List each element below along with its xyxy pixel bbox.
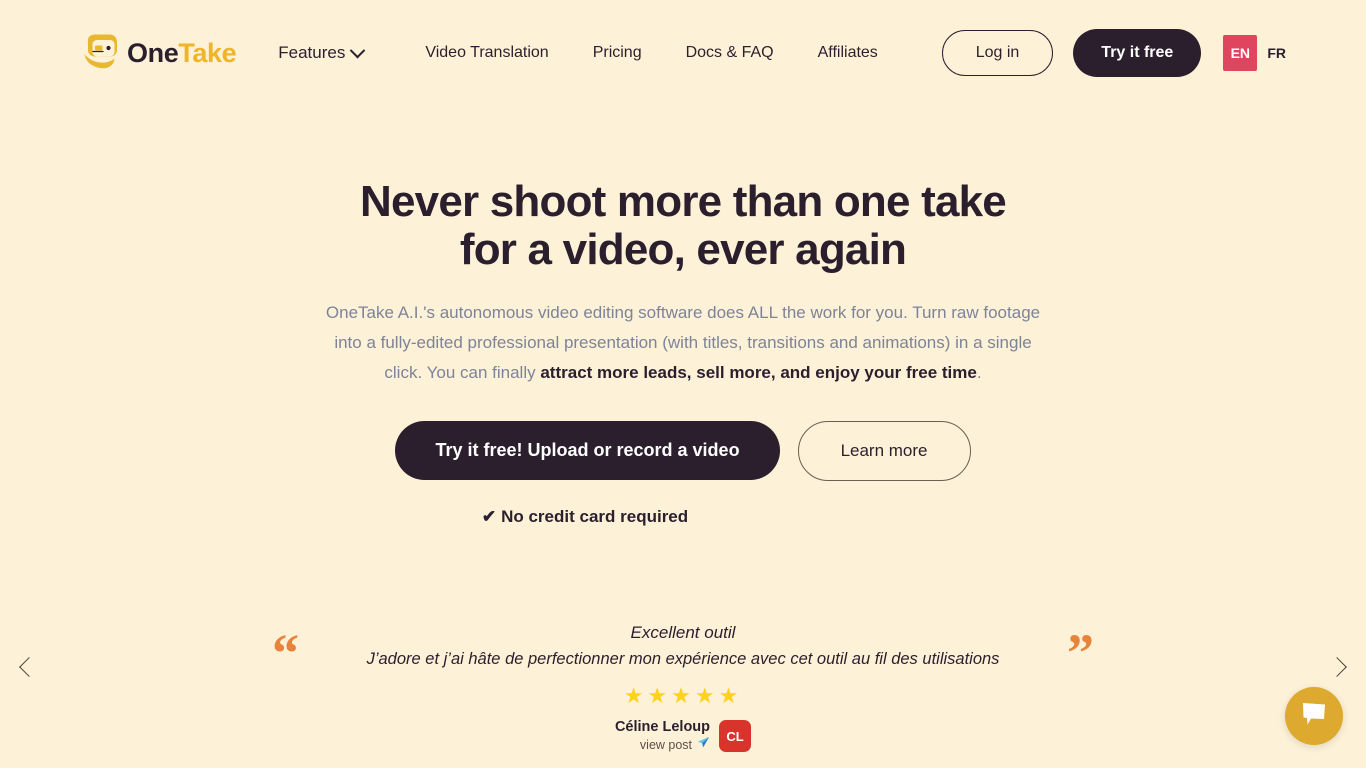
view-post-link[interactable]: view post — [615, 736, 710, 754]
no-credit-card-note: ✔ No credit card required — [0, 507, 1366, 527]
testimonial-text: J’adore et j’ai hâte de perfectionner mo… — [366, 650, 1000, 668]
nav-features-dropdown[interactable]: Features — [278, 42, 366, 63]
no-credit-card-label: No credit card required — [501, 506, 689, 526]
quote-close-icon: ” — [1067, 623, 1094, 683]
view-post-label: view post — [639, 737, 693, 752]
hero-subtitle-line3-suffix: . — [976, 362, 982, 382]
try-it-free-button[interactable]: Try it free — [1073, 29, 1202, 77]
upload-or-record-button[interactable]: Try it free! Upload or record a video — [395, 421, 780, 481]
nav-item-docs-faq[interactable]: Docs & FAQ — [686, 44, 774, 62]
brand-name-part1: One — [127, 37, 179, 68]
quote-open-icon: “ — [272, 623, 299, 683]
author-name: Céline Leloup — [614, 719, 711, 735]
nav-item-pricing[interactable]: Pricing — [593, 44, 642, 62]
chat-widget-button[interactable] — [1285, 687, 1343, 745]
chat-bubble-icon — [1300, 701, 1328, 732]
login-button[interactable]: Log in — [941, 30, 1054, 76]
hero-subtitle-line3-prefix: You can finally — [426, 362, 541, 382]
testimonial-title: Excellent outil — [630, 623, 736, 642]
avatar: CL — [719, 720, 752, 752]
nav-item-affiliates[interactable]: Affiliates — [818, 44, 878, 62]
chevron-left-icon — [19, 657, 39, 677]
testimonial-carousel: “ Excellent outil J’adore et j’ai hâte d… — [0, 620, 1366, 754]
nav-item-video-translation[interactable]: Video Translation — [425, 44, 548, 62]
brand-logo[interactable]: OneTake — [82, 34, 237, 72]
carousel-next-button[interactable] — [1316, 646, 1358, 688]
check-icon: ✔ — [481, 506, 497, 526]
carousel-prev-button[interactable] — [8, 646, 50, 688]
onetake-face-logo-icon — [82, 34, 118, 72]
brand-name-part2: Take — [178, 37, 237, 68]
star-rating: ★★★★★ — [623, 683, 743, 708]
testimonial-content: Excellent outil J’adore et j’ai hâte de … — [323, 620, 1043, 754]
author-meta: Céline Leloup view post — [615, 718, 710, 754]
testimonial-author: Céline Leloup view post CL — [323, 718, 1043, 754]
chevron-down-icon — [350, 42, 366, 58]
brand-wordmark: OneTake — [127, 37, 237, 69]
nav-features-label: Features — [278, 43, 346, 62]
paper-plane-icon — [697, 736, 710, 754]
site-header: OneTake Features Video Translation Prici… — [0, 0, 1366, 106]
hero-cta-row: Try it free! Upload or record a video Le… — [0, 420, 1366, 481]
learn-more-button[interactable]: Learn more — [797, 420, 971, 481]
hero-subtitle: OneTake A.I.'s autonomous video editing … — [325, 298, 1041, 388]
hero-section: Never shoot more than one take for a vid… — [0, 106, 1366, 527]
page-title: Never shoot more than one take for a vid… — [360, 177, 1007, 275]
hero-subtitle-line1: OneTake A.I.'s autonomous video editing … — [325, 302, 908, 322]
header-actions: Log in Try it free EN FR — [941, 29, 1286, 77]
language-option-fr[interactable]: FR — [1267, 45, 1286, 61]
hero-subtitle-line3-bold: attract more leads, sell more, and enjoy… — [540, 362, 977, 382]
chevron-right-icon — [1327, 657, 1347, 677]
language-switcher: EN FR — [1223, 35, 1286, 71]
language-option-en[interactable]: EN — [1223, 35, 1258, 71]
main-navigation: Video Translation Pricing Docs & FAQ Aff… — [425, 44, 877, 62]
